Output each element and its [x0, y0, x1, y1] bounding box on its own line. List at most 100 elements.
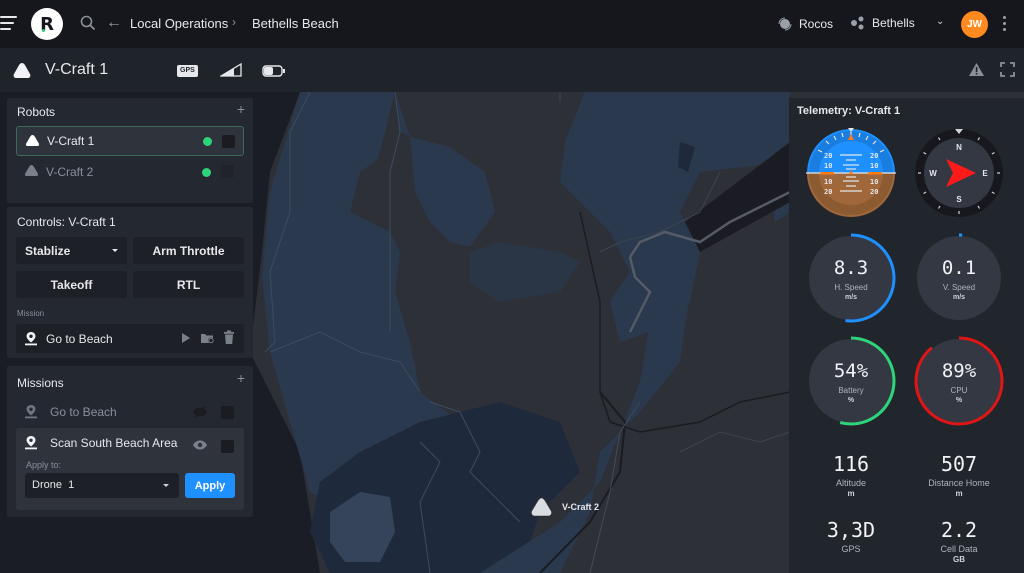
user-avatar[interactable]: JW: [961, 11, 988, 38]
controls-panel: Controls: V-Craft 1 Stablize Arm Throttl…: [7, 207, 253, 358]
gps-stat: 3,3D GPS: [801, 518, 901, 555]
attitude-indicator: 20 20 10 10 10 10 20 20: [806, 128, 896, 217]
robot-item-v-craft-1[interactable]: V-Craft 1: [16, 126, 244, 156]
mission-item-scan-south-beach-area[interactable]: Scan South Beach Area Apply to: Drone 1 …: [16, 428, 244, 510]
missions-panel: Missions + Go to Beach Scan South Beach …: [7, 366, 253, 517]
robot-checkbox[interactable]: [222, 135, 235, 148]
robot-name: V-Craft 1: [47, 134, 95, 148]
location-pin-icon: [25, 436, 37, 450]
flight-mode-select[interactable]: Stablize: [16, 237, 127, 264]
pitch-label: 10: [824, 162, 832, 170]
gps-value: 3,3D: [826, 518, 876, 542]
apply-target-value: Drone 1: [32, 479, 75, 491]
breadcrumb-bethells-beach[interactable]: Bethells Beach: [252, 16, 339, 31]
gps-label: GPS: [841, 544, 861, 554]
robot-icon: [24, 165, 39, 176]
flight-mode-value: Stablize: [25, 243, 71, 258]
distance-home-unit: m: [955, 489, 963, 498]
telemetry-panel: Telemetry: V-Craft 1 20 20 10 10 10 10 2…: [789, 98, 1024, 573]
app-logo[interactable]: R: [31, 8, 63, 40]
robot-item-v-craft-2[interactable]: V-Craft 2: [16, 157, 244, 187]
search-icon[interactable]: [80, 15, 96, 31]
cpu-label: CPU: [950, 386, 968, 395]
top-bar: R ← Local Operations › Bethells Beach Ro…: [0, 0, 1024, 48]
cell-data-value: 2.2: [940, 518, 978, 542]
apply-target-select[interactable]: Drone 1: [25, 473, 179, 498]
pitch-label: 20: [870, 188, 878, 196]
warning-icon[interactable]: [968, 62, 985, 77]
robot-checkbox[interactable]: [221, 165, 234, 178]
h-speed-label: H. Speed: [834, 283, 868, 292]
site-icon: [851, 16, 864, 30]
mission-name: Scan South Beach Area: [50, 436, 178, 450]
missions-panel-title: Missions: [17, 376, 64, 390]
add-mission-button[interactable]: +: [237, 370, 245, 386]
altitude-value: 116: [832, 452, 870, 476]
arm-throttle-button[interactable]: Arm Throttle: [133, 237, 244, 264]
active-mission-row: Go to Beach: [16, 324, 244, 353]
eye-off-icon[interactable]: [192, 406, 208, 418]
play-icon[interactable]: [181, 332, 191, 344]
site-selector[interactable]: Bethells: [850, 16, 915, 30]
location-pin-icon: [25, 332, 37, 346]
pitch-label: 20: [824, 152, 832, 160]
battery-unit: %: [847, 397, 855, 404]
compass-label-e: E: [982, 169, 988, 178]
mission-name: Go to Beach: [46, 332, 113, 346]
breadcrumb-local-operations[interactable]: Local Operations: [130, 16, 228, 31]
robot-icon: [25, 135, 40, 146]
logo-dot: [42, 29, 45, 32]
eye-icon[interactable]: [192, 440, 208, 450]
battery-label: Battery: [838, 386, 864, 395]
distance-home-stat: 507 Distance Home m: [909, 452, 1009, 498]
robot-map-marker[interactable]: [529, 496, 554, 518]
mission-label: Mission: [17, 309, 45, 318]
takeoff-button[interactable]: Takeoff: [16, 271, 127, 298]
mission-checkbox[interactable]: [221, 406, 234, 419]
h-speed-value: 8.3: [833, 257, 869, 279]
cell-data-label: Cell Data: [940, 544, 978, 554]
compass-label-s: S: [956, 195, 962, 204]
robot-name: V-Craft 2: [46, 165, 94, 179]
altitude-label: Altitude: [835, 478, 867, 488]
caret-down-icon: [163, 484, 169, 487]
cpu-unit: %: [955, 397, 963, 404]
mission-checkbox[interactable]: [221, 440, 234, 453]
org-selector[interactable]: Rocos: [777, 16, 833, 32]
battery-value: 54%: [833, 360, 869, 382]
distance-home-value: 507: [940, 452, 978, 476]
site-name: Bethells: [872, 16, 915, 30]
robot-status-online: [203, 136, 212, 146]
battery-icon: [262, 65, 285, 77]
pitch-label: 20: [824, 188, 832, 196]
telemetry-title: Telemetry: V-Craft 1: [797, 105, 901, 117]
fullscreen-icon[interactable]: [1000, 62, 1015, 77]
chevron-down-icon[interactable]: ⌄: [936, 16, 944, 27]
mission-name: Go to Beach: [50, 405, 117, 419]
back-arrow-icon[interactable]: ←: [106, 14, 122, 32]
trash-icon[interactable]: [223, 330, 235, 345]
cell-data-unit: GB: [953, 555, 965, 564]
rtl-button[interactable]: RTL: [133, 271, 244, 298]
org-icon: [778, 17, 792, 31]
pitch-label: 10: [870, 178, 878, 186]
robots-panel-title: Robots: [17, 105, 56, 119]
menu-icon[interactable]: [0, 16, 18, 32]
controls-panel-title: Controls: V-Craft 1: [17, 215, 116, 229]
v-speed-gauge: 0.1 V. Speed m/s: [914, 233, 1004, 323]
add-robot-button[interactable]: +: [237, 101, 245, 117]
mission-item-go-to-beach[interactable]: Go to Beach: [16, 397, 244, 426]
cpu-gauge: 89% CPU%: [914, 336, 1004, 426]
v-speed-unit: m/s: [952, 294, 966, 301]
robots-panel: Robots + V-Craft 1 V-Craft 2: [7, 98, 253, 203]
apply-to-label: Apply to:: [26, 460, 62, 470]
more-options-icon[interactable]: [1003, 16, 1007, 34]
pitch-label: 10: [824, 178, 832, 186]
robot-title: V-Craft 1: [45, 61, 109, 78]
h-speed-unit: m/s: [844, 294, 858, 301]
h-speed-gauge: 8.3 H. Speed m/s: [806, 233, 896, 323]
folder-clock-icon[interactable]: [200, 332, 215, 344]
apply-button[interactable]: Apply: [185, 473, 235, 498]
cell-data-stat: 2.2 Cell Data GB: [909, 518, 1009, 564]
battery-gauge: 54% Battery%: [806, 336, 896, 426]
